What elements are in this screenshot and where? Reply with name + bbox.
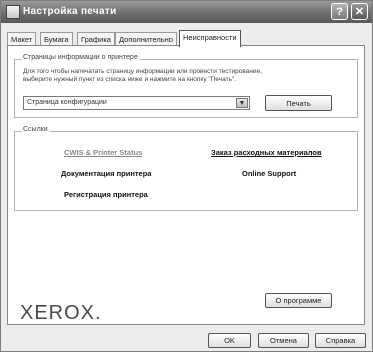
tab-graphics[interactable]: Графика bbox=[77, 32, 115, 46]
info-page-select[interactable]: Страница конфигурации ▼ bbox=[23, 96, 250, 110]
info-page-select-value: Страница конфигурации bbox=[27, 99, 107, 106]
link-printer-registration[interactable]: Регистрация принтера bbox=[64, 190, 148, 199]
tab-troubleshooting[interactable]: Неисправности bbox=[179, 30, 241, 47]
link-printer-documentation[interactable]: Документация принтера bbox=[61, 169, 151, 178]
printer-icon bbox=[6, 5, 20, 19]
chevron-down-icon[interactable]: ▼ bbox=[236, 98, 248, 108]
about-button[interactable]: О программе bbox=[265, 293, 332, 308]
links-title: Ссылки bbox=[21, 126, 50, 133]
print-settings-dialog: Настройка печати ? ✕ Макет Бумага График… bbox=[0, 0, 373, 352]
info-pages-description-line1: Для того чтобы напечатать страницу инфор… bbox=[23, 68, 262, 75]
help-button[interactable]: Справка bbox=[315, 333, 366, 348]
link-cwis-printer-status[interactable]: CWIS & Printer Status bbox=[64, 148, 142, 157]
ok-button[interactable]: OK bbox=[208, 333, 251, 348]
link-online-support[interactable]: Online Support bbox=[242, 169, 296, 178]
troubleshooting-page: Страницы информации о принтере Для того … bbox=[7, 45, 365, 325]
help-icon[interactable]: ? bbox=[331, 3, 348, 20]
link-order-supplies[interactable]: Заказ расходных материалов bbox=[211, 148, 322, 157]
tab-paper[interactable]: Бумага bbox=[40, 32, 73, 46]
info-pages-title: Страницы информации о принтере bbox=[21, 54, 140, 61]
xerox-logo: XEROX. bbox=[20, 302, 102, 324]
tab-layout[interactable]: Макет bbox=[7, 32, 37, 46]
cancel-button[interactable]: Отмена bbox=[258, 333, 309, 348]
close-icon[interactable]: ✕ bbox=[351, 3, 368, 20]
tab-advanced[interactable]: Дополнительно bbox=[115, 32, 177, 46]
title-bar[interactable]: Настройка печати ? ✕ bbox=[1, 1, 372, 23]
info-pages-description-line2: выберите нужный пункт из списка ниже и н… bbox=[23, 76, 237, 83]
print-button[interactable]: Печать bbox=[265, 95, 332, 111]
window-title: Настройка печати bbox=[23, 6, 117, 17]
